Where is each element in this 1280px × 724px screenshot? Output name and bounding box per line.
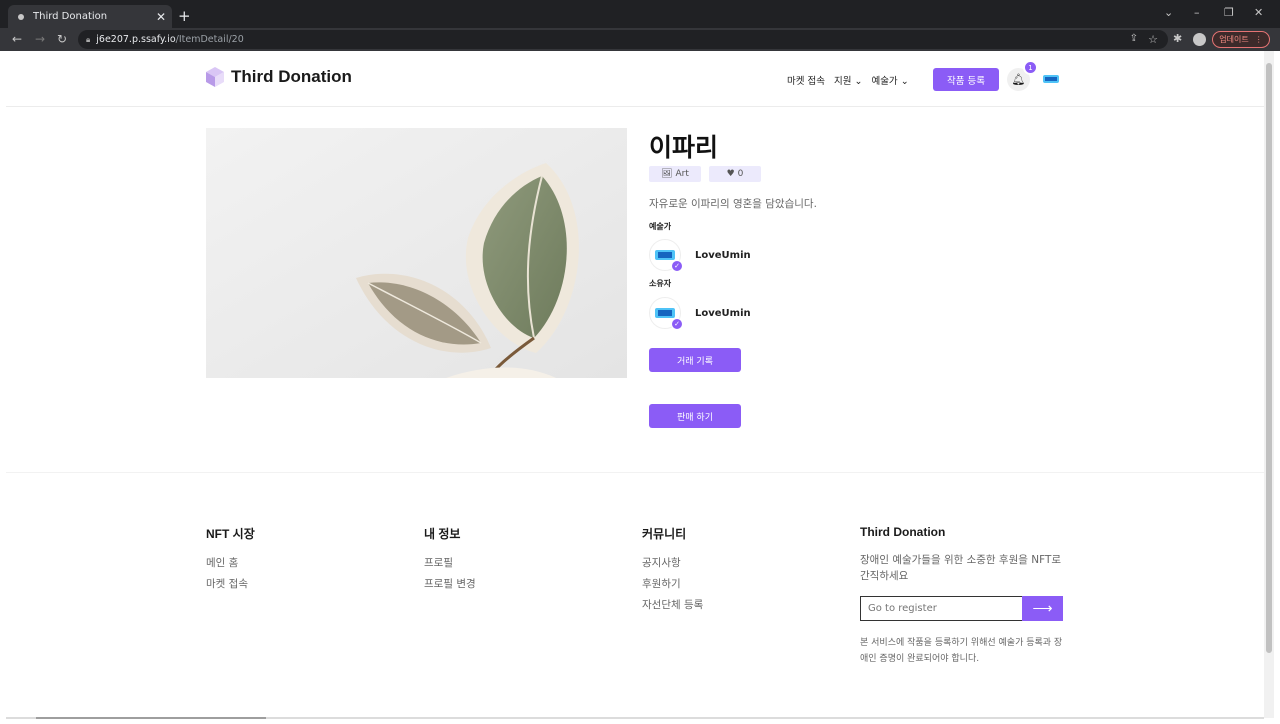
bookmark-star-icon[interactable]: ☆ xyxy=(1148,33,1158,46)
browser-tab[interactable]: Third Donation ✕ xyxy=(8,5,172,28)
footer-col-nft: NFT 시장 메인 홈 마켓 접속 xyxy=(206,525,255,597)
footer-link-market[interactable]: 마켓 접속 xyxy=(206,576,255,591)
url-host: j6e207.p.ssafy.io xyxy=(96,34,176,45)
register-form: ⟶ xyxy=(860,596,1063,621)
site-header: Third Donation 마켓 접속 지원 ⌄ 예술가 ⌄ 작품 등록 🔔︎… xyxy=(6,51,1264,107)
logo[interactable]: Third Donation xyxy=(206,67,352,87)
footer-brand-text: 장애인 예술가들을 위한 소중한 후원을 NFT로 간직하세요 xyxy=(860,554,1062,582)
owner-name: LoveUmin xyxy=(695,307,751,319)
reload-icon[interactable]: ↻ xyxy=(57,32,67,46)
tab-favicon-icon xyxy=(18,13,24,20)
like-count: 0 xyxy=(737,169,744,179)
menu-support[interactable]: 지원 ⌄ xyxy=(834,73,862,87)
more-menu-icon: ⋮ xyxy=(1254,35,1263,44)
menu-support-label: 지원 xyxy=(833,76,852,87)
footer-note: 본 서비스에 작품을 등록하기 위해선 예술가 등록과 장애인 증명이 완료되어… xyxy=(860,638,1063,664)
page-scrollbar[interactable] xyxy=(1264,51,1274,718)
footer-col-myinfo: 내 정보 프로필 프로필 변경 xyxy=(424,525,476,597)
scrollbar-thumb[interactable] xyxy=(1266,63,1272,653)
artwork-image xyxy=(206,128,627,378)
minimize-icon[interactable]: – xyxy=(1194,6,1200,19)
menu-artist-label: 예술가 xyxy=(871,76,898,87)
forward-icon[interactable]: → xyxy=(35,32,45,46)
footer-col-community: 커뮤니티 공지사항 후원하기 자선단체 등록 xyxy=(642,525,703,618)
footer-col-title: 내 정보 xyxy=(424,527,461,541)
footer-link-charity-register[interactable]: 자선단체 등록 xyxy=(642,597,703,612)
menu-market[interactable]: 마켓 접속 xyxy=(787,73,825,87)
browser-toolbar: ← → ↻ 🔒︎ j6e207.p.ssafy.io/ItemDetail/20… xyxy=(0,28,1280,51)
browser-tab-bar: Third Donation ✕ + ⌄ – ❐ ✕ xyxy=(0,0,1280,28)
url-path: /ItemDetail/20 xyxy=(175,34,244,45)
sell-button[interactable]: 판매 하기 xyxy=(649,404,741,428)
owner-label: 소유자 xyxy=(649,279,672,288)
main-menu: 마켓 접속 지원 ⌄ 예술가 ⌄ xyxy=(787,73,909,87)
notification-badge: 1 xyxy=(1023,60,1038,75)
footer-link-home[interactable]: 메인 홈 xyxy=(206,555,255,570)
address-bar[interactable]: 🔒︎ j6e207.p.ssafy.io/ItemDetail/20 ⇪ ☆ xyxy=(78,30,1168,49)
footer-col-title: NFT 시장 xyxy=(206,527,255,541)
artist-profile[interactable]: ✓ LoveUmin xyxy=(649,239,751,272)
horizontal-scroll-indicator xyxy=(6,717,1264,719)
update-button[interactable]: 업데이트 ⋮ xyxy=(1212,31,1270,48)
share-icon[interactable]: ⇪ xyxy=(1130,33,1138,44)
new-tab-button[interactable]: + xyxy=(178,7,191,25)
update-label: 업데이트 xyxy=(1219,35,1249,44)
chevron-down-icon: ⌄ xyxy=(851,76,863,87)
item-description: 자유로운 이파리의 영혼을 담았습니다. xyxy=(649,198,817,210)
item-title: 이파리 xyxy=(649,134,719,162)
artist-label: 예술가 xyxy=(649,222,672,231)
tab-search-icon[interactable]: ⌄ xyxy=(1164,6,1173,19)
owner-profile[interactable]: ✓ LoveUmin xyxy=(649,297,751,330)
logo-cube-icon xyxy=(206,67,224,87)
close-window-icon[interactable]: ✕ xyxy=(1254,6,1263,19)
tab-close-icon[interactable]: ✕ xyxy=(156,10,166,24)
heart-icon: ♥ xyxy=(726,169,735,179)
footer-link-notice[interactable]: 공지사항 xyxy=(642,555,703,570)
artist-name: LoveUmin xyxy=(695,249,751,261)
lock-icon: 🔒︎ xyxy=(86,34,91,44)
menu-artist[interactable]: 예술가 ⌄ xyxy=(871,73,908,87)
category-label: Art xyxy=(675,169,689,179)
register-input[interactable] xyxy=(860,596,1022,621)
arrow-right-icon: ⟶ xyxy=(1032,600,1053,616)
footer-col-brand: Third Donation 장애인 예술가들을 위한 소중한 후원을 NFT로… xyxy=(860,525,1068,584)
footer-link-edit-profile[interactable]: 프로필 변경 xyxy=(424,576,476,591)
profile-icon[interactable] xyxy=(1193,33,1206,46)
image-icon: 🖼︎ xyxy=(661,169,673,179)
restore-icon[interactable]: ❐ xyxy=(1224,6,1234,19)
footer-link-donate[interactable]: 후원하기 xyxy=(642,576,703,591)
footer-divider xyxy=(6,472,1264,473)
check-badge-icon: ✓ xyxy=(671,318,683,330)
logo-text: Third Donation xyxy=(231,67,352,86)
artist-avatar: ✓ xyxy=(649,239,683,272)
tab-title: Third Donation xyxy=(33,11,108,22)
trade-history-button[interactable]: 거래 기록 xyxy=(649,348,741,372)
register-artwork-button[interactable]: 작품 등록 xyxy=(933,68,999,91)
footer-col-title: Third Donation xyxy=(860,525,946,539)
chevron-down-icon: ⌄ xyxy=(897,76,909,87)
back-icon[interactable]: ← xyxy=(12,32,22,46)
extensions-icon[interactable]: ✱ xyxy=(1173,32,1182,45)
category-chip: 🖼︎ Art xyxy=(649,166,701,182)
page-viewport: Third Donation 마켓 접속 지원 ⌄ 예술가 ⌄ 작품 등록 🔔︎… xyxy=(6,51,1264,718)
like-chip[interactable]: ♥ 0 xyxy=(709,166,761,182)
register-submit-button[interactable]: ⟶ xyxy=(1022,596,1063,621)
footer-col-title: 커뮤니티 xyxy=(642,527,687,541)
check-badge-icon: ✓ xyxy=(671,260,683,272)
user-avatar[interactable] xyxy=(1042,72,1060,86)
footer-link-profile[interactable]: 프로필 xyxy=(424,555,476,570)
owner-avatar: ✓ xyxy=(649,297,683,330)
